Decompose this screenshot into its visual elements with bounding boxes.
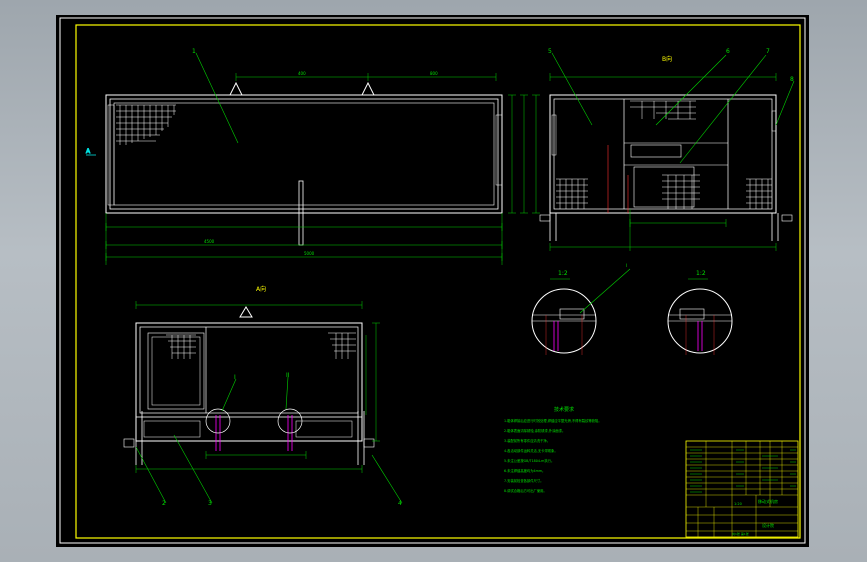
note-line-5: 5.未注公差按GB/T1804-m执行。 xyxy=(504,458,554,463)
cad-drawing-viewport[interactable]: 400 800 4500 5000 1 A B向 5 6 7 8 A向 I II… xyxy=(56,15,809,547)
detail-view-2: 1:2 xyxy=(667,270,733,355)
inner-frame xyxy=(75,24,801,539)
detail-ratio-2: 1:2 xyxy=(696,270,706,277)
svg-text:800: 800 xyxy=(430,71,438,76)
callout-2: 2 xyxy=(162,500,166,507)
callout-1: 1 xyxy=(192,48,196,55)
title-drawing-name: 移动式机房 xyxy=(758,498,778,504)
note-line-3: 3.装配前所有零件应清洗干净。 xyxy=(504,438,550,443)
top-view: 400 800 4500 5000 1 A xyxy=(86,48,528,265)
svg-text:4500: 4500 xyxy=(204,239,215,244)
note-line-2: 2.箱体表面清除锈蚀,涂防锈漆,外涂面漆。 xyxy=(504,428,565,433)
note-line-7: 7.安装前检查各部件尺寸。 xyxy=(504,478,543,483)
title-block: 1:20 移动式机房 设计院 共1张 第1张 xyxy=(685,440,799,538)
detail-mark-ii: II xyxy=(286,372,290,379)
view-b-label: B向 xyxy=(662,55,672,63)
svg-text:400: 400 xyxy=(298,71,306,76)
note-line-8: 8.调试合格后方可出厂使用。 xyxy=(504,488,547,493)
note-line-6: 6.未注焊缝高度均为4mm。 xyxy=(504,468,545,473)
detail-label-1: I xyxy=(626,263,627,268)
callout-3: 3 xyxy=(208,500,212,507)
detail-mark-i: I xyxy=(234,374,236,381)
callout-5: 5 xyxy=(548,48,552,55)
drawing-canvas: 400 800 4500 5000 1 A B向 5 6 7 8 A向 I II… xyxy=(59,17,806,544)
svg-text:5000: 5000 xyxy=(304,251,315,256)
note-line-1: 1.箱体焊接后应进行时效处理,焊缝应平整光滑,不得有裂纹等缺陷。 xyxy=(504,418,602,423)
callout-8: 8 xyxy=(790,76,794,83)
notes-title: 技术要求 xyxy=(554,406,574,413)
section-view: A向 I II 2 3 4 xyxy=(123,285,403,507)
callout-4: 4 xyxy=(398,500,402,507)
note-line-4: 4.各活动部件运转灵活,无卡滞现象。 xyxy=(504,448,558,453)
detail-view-1: 1:2 I xyxy=(531,263,631,355)
side-view: B向 5 6 7 8 xyxy=(532,48,795,251)
title-scale: 1:20 xyxy=(734,502,742,506)
technical-notes: 技术要求 1.箱体焊接后应进行时效处理,焊缝应平整光滑,不得有裂纹等缺陷。 2.… xyxy=(504,406,602,493)
section-arrow-a: A xyxy=(86,148,91,155)
detail-ratio-1: 1:2 xyxy=(558,270,568,277)
callout-7: 7 xyxy=(766,48,770,55)
outer-frame xyxy=(59,17,806,544)
title-company: 设计院 xyxy=(762,522,774,528)
callout-6: 6 xyxy=(726,48,730,55)
view-a-label: A向 xyxy=(256,285,266,293)
title-sheet: 共1张 第1张 xyxy=(732,531,749,536)
